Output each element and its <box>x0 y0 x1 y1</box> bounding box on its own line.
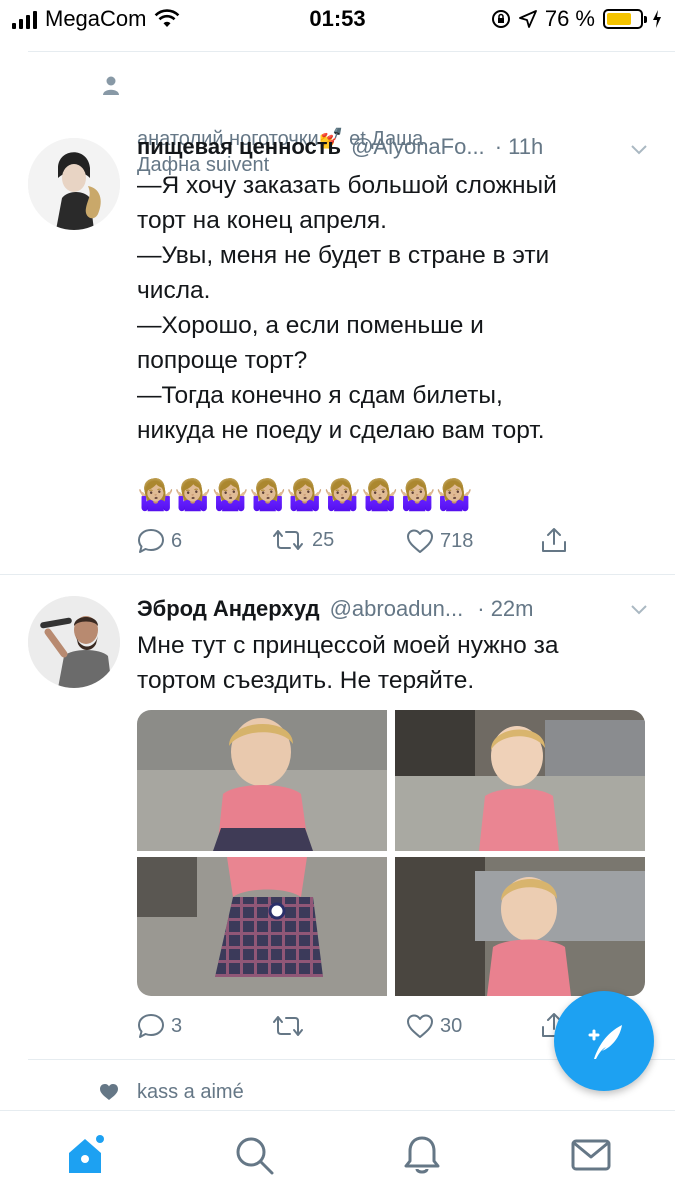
photo[interactable] <box>137 857 387 996</box>
system-indicators: 76 % <box>491 6 663 32</box>
status-bar: MegaCom 01:53 76 % <box>0 0 675 38</box>
author-name[interactable]: Эброд Андерхуд <box>137 596 320 622</box>
avatar[interactable] <box>28 596 120 688</box>
reply-count: 6 <box>171 529 183 552</box>
tweet-time[interactable]: · 11h <box>495 134 544 160</box>
tweet-text: Мне тут с принцессой моей нужно за торто… <box>137 632 559 694</box>
top-divider <box>28 51 675 52</box>
charging-icon <box>653 10 661 28</box>
photo[interactable] <box>395 710 645 851</box>
like-count: 30 <box>440 1014 463 1037</box>
social-context-text: kass a aimé <box>137 1081 244 1103</box>
share-button[interactable] <box>540 526 568 554</box>
emoji-row: 🤷🏼‍♀️🤷🏼‍♀️🤷🏼‍♀️🤷🏼‍♀️🤷🏼‍♀️🤷🏼‍♀️🤷🏼‍♀️🤷🏼‍♀️… <box>137 479 474 512</box>
tweet-header: пищевая ценность @AlyonaFo... · 11h <box>137 134 543 160</box>
battery-icon <box>603 9 647 29</box>
like-button[interactable]: 30 <box>406 1013 462 1039</box>
retweet-icon <box>273 530 303 550</box>
social-context[interactable]: kass a aimé <box>100 1079 244 1105</box>
search-icon[interactable] <box>232 1133 276 1177</box>
author-handle[interactable]: @AlyonaFo... <box>351 134 485 160</box>
person-icon <box>103 76 119 95</box>
battery-percent: 76 % <box>544 6 595 31</box>
location-icon <box>518 10 537 28</box>
photo[interactable] <box>395 857 645 996</box>
author-name[interactable]: пищевая ценность <box>137 134 341 160</box>
rotation-lock-icon <box>491 10 510 28</box>
chevron-down-icon[interactable] <box>629 600 649 620</box>
retweet-button[interactable]: 25 <box>270 528 334 552</box>
heart-outline-icon <box>407 529 433 553</box>
reply-icon <box>138 1014 164 1038</box>
home-icon[interactable] <box>63 1133 107 1177</box>
reply-button[interactable]: 3 <box>137 1013 182 1039</box>
heart-outline-icon <box>407 1014 433 1038</box>
photo[interactable] <box>137 710 387 851</box>
notifications-icon[interactable] <box>400 1133 444 1177</box>
social-context[interactable]: анатолий ноготочки💅 et Даша Дафна suiven… <box>103 74 557 178</box>
tweet-header: Эброд Андерхуд @abroadun... · 22m <box>137 596 534 622</box>
author-handle[interactable]: @abroadun... <box>330 596 464 622</box>
like-count: 718 <box>440 529 474 552</box>
tweet-time[interactable]: · 22m <box>477 596 533 622</box>
heart-icon <box>100 1084 118 1100</box>
compose-icon <box>588 1025 622 1059</box>
reply-button[interactable]: 6 <box>137 528 182 554</box>
retweet-button[interactable] <box>270 1014 312 1038</box>
reply-icon <box>138 529 164 553</box>
avatar[interactable] <box>28 138 120 230</box>
messages-icon[interactable] <box>569 1133 613 1177</box>
like-button[interactable]: 718 <box>406 528 473 554</box>
reply-count: 3 <box>171 1014 183 1037</box>
share-icon <box>542 528 566 552</box>
tweet-divider <box>0 574 675 575</box>
tweet-text: —Я хочу заказать большой сложный торт на… <box>137 172 557 444</box>
compose-tweet-button[interactable] <box>554 991 654 1091</box>
retweet-icon <box>273 1016 303 1036</box>
tab-bar <box>0 1110 675 1200</box>
photo-grid <box>137 710 645 996</box>
retweet-count: 25 <box>312 528 335 551</box>
chevron-down-icon[interactable] <box>629 140 649 160</box>
